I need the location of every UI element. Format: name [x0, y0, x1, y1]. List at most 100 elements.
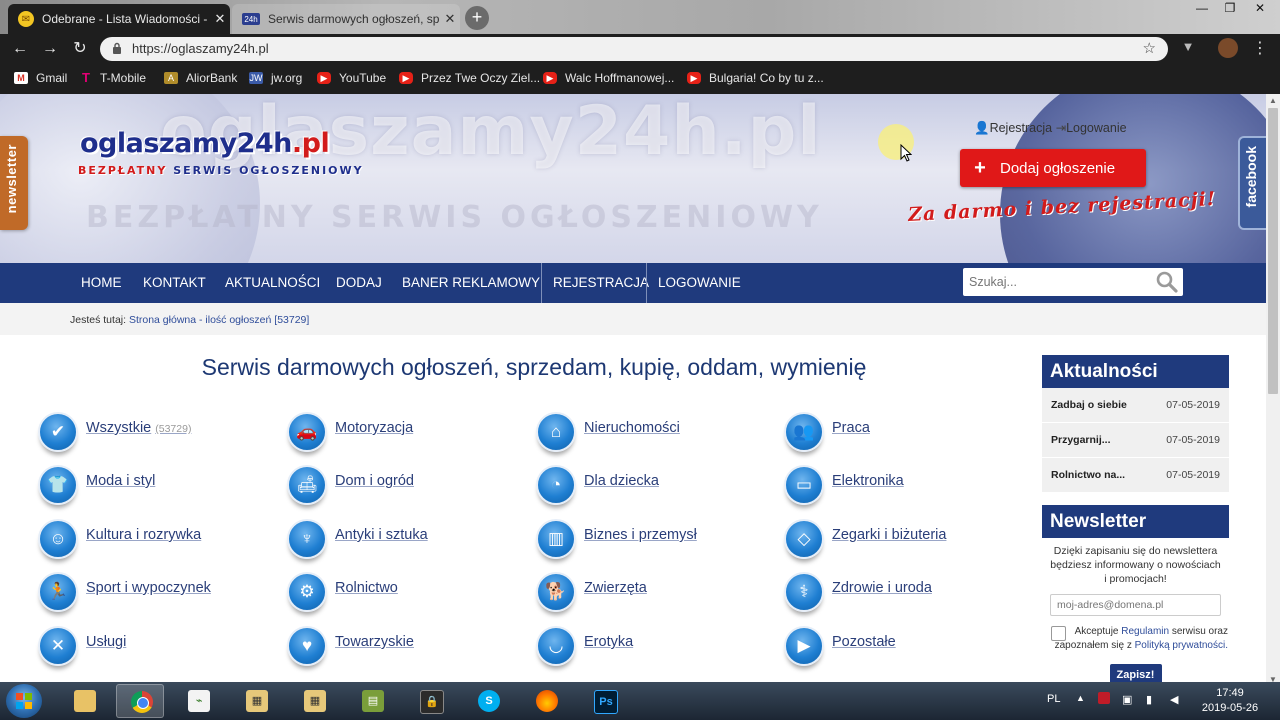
category-label[interactable]: Elektronika [832, 473, 904, 489]
category-moda-i-styl[interactable]: 👕 Moda i styl [38, 465, 278, 511]
category-label[interactable]: Zwierzęta [584, 580, 647, 596]
news-title[interactable]: Przygarnij... [1051, 434, 1111, 446]
newsletter-email-input[interactable] [1050, 594, 1221, 616]
page-scrollbar[interactable]: ▲ ▼ [1266, 94, 1280, 686]
category-elektronika[interactable]: ▭ Elektronika [784, 465, 1024, 511]
bookmark-gmail[interactable]: M Gmail [14, 71, 67, 85]
taskbar-app-film[interactable]: ▦ [232, 684, 280, 718]
taskbar-app-notes[interactable]: ⌁ [174, 684, 222, 718]
category-zegarki-i-bizuteria[interactable]: ◇ Zegarki i biżuteria [784, 519, 1024, 565]
bookmark-tmobile[interactable]: T T-Mobile [80, 71, 146, 85]
bookmark-przez-twe-oczy[interactable]: ▶ Przez Twe Oczy Ziel... [399, 71, 540, 85]
reload-icon[interactable]: ↻ [70, 40, 90, 60]
taskbar-explorer[interactable] [60, 684, 108, 718]
news-title[interactable]: Zadbaj o siebie [1051, 399, 1127, 411]
category-label[interactable]: Rolnictwo [335, 580, 398, 596]
bookmark-walc[interactable]: ▶ Walc Hoffmanowej... [543, 71, 674, 85]
tab-close-icon[interactable]: ✕ [210, 11, 230, 27]
minimize-window-button[interactable]: — [1188, 0, 1216, 18]
category-label[interactable]: Pozostałe [832, 634, 896, 650]
category-uslugi[interactable]: ✕ Usługi [38, 626, 278, 672]
recording-icon[interactable] [1098, 692, 1110, 704]
bookmark-aliorbank[interactable]: A AliorBank [164, 71, 237, 85]
network-icon[interactable]: ▮ [1146, 693, 1152, 706]
register-link[interactable]: Rejestracja [990, 121, 1053, 135]
taskbar-app-security[interactable]: 🔒 [406, 684, 454, 718]
newsletter-side-tab[interactable]: newsletter [0, 136, 28, 230]
scroll-up-arrow-icon[interactable]: ▲ [1266, 96, 1280, 105]
back-arrow-icon[interactable]: ← [10, 40, 30, 60]
scrollbar-thumb[interactable] [1268, 108, 1278, 394]
app-tray-icon[interactable]: ▣ [1122, 693, 1132, 706]
nav-aktualnosci[interactable]: AKTUALNOŚCI [225, 263, 320, 303]
tab-close-icon[interactable]: ✕ [440, 11, 460, 27]
category-erotyka[interactable]: ◡ Erotyka [536, 626, 776, 672]
category-pozostale[interactable]: ▶ Pozostałe [784, 626, 1024, 672]
category-label[interactable]: Antyki i sztuka [335, 527, 428, 543]
taskbar-app-archive[interactable]: ▤ [348, 684, 396, 718]
category-label[interactable]: Sport i wypoczynek [86, 580, 211, 596]
category-nieruchomosci[interactable]: ⌂ Nieruchomości [536, 412, 776, 458]
category-motoryzacja[interactable]: 🚗 Motoryzacja [287, 412, 527, 458]
taskbar-firefox[interactable] [522, 684, 570, 718]
nav-home[interactable]: HOME [81, 263, 122, 303]
search-input[interactable] [963, 268, 1153, 296]
bookmark-star-icon[interactable]: ☆ [1143, 39, 1156, 57]
privacy-policy-link[interactable]: Polityką prywatności. [1135, 640, 1228, 651]
browser-menu-icon[interactable]: ⋮ [1252, 38, 1268, 58]
taskbar-photoshop[interactable]: Ps [580, 684, 628, 718]
category-label[interactable]: Erotyka [584, 634, 633, 650]
nav-dodaj[interactable]: DODAJ [336, 263, 382, 303]
restore-window-button[interactable]: ❐ [1216, 0, 1244, 18]
category-antyki-i-sztuka[interactable]: ♆ Antyki i sztuka [287, 519, 527, 565]
add-listing-button[interactable]: + Dodaj ogłoszenie [960, 149, 1146, 187]
category-label[interactable]: Dom i ogród [335, 473, 414, 489]
category-label[interactable]: Praca [832, 420, 870, 436]
nav-kontakt[interactable]: KONTAKT [143, 263, 206, 303]
category-label[interactable]: Moda i styl [86, 473, 155, 489]
category-rolnictwo[interactable]: ⚙ Rolnictwo [287, 572, 527, 618]
login-link[interactable]: Logowanie [1066, 121, 1126, 135]
tray-expand-icon[interactable]: ▲ [1076, 693, 1085, 703]
news-item[interactable]: Rolnictwo na... 07-05-2019 [1042, 458, 1229, 493]
address-bar[interactable]: https://oglaszamy24h.pl ☆ [100, 37, 1168, 61]
category-label[interactable]: Kultura i rozrywka [86, 527, 201, 543]
category-label[interactable]: Biznes i przemysł [584, 527, 697, 543]
nav-logowanie[interactable]: LOGOWANIE [658, 263, 741, 303]
bookmark-bulgaria[interactable]: ▶ Bulgaria! Co by tu z... [687, 71, 824, 85]
category-sport-i-wypoczynek[interactable]: 🏃 Sport i wypoczynek [38, 572, 278, 618]
category-label[interactable]: Nieruchomości [584, 420, 680, 436]
category-label[interactable]: Dla dziecka [584, 473, 659, 489]
news-item[interactable]: Przygarnij... 07-05-2019 [1042, 423, 1229, 458]
language-indicator[interactable]: PL [1047, 693, 1060, 705]
taskbar-skype[interactable]: S [464, 684, 512, 718]
new-tab-button[interactable]: + [465, 6, 489, 30]
close-window-button[interactable]: ✕ [1246, 0, 1274, 18]
category-wszystkie[interactable]: ✔ Wszystkie (53729) [38, 412, 278, 458]
facebook-side-tab[interactable]: facebook [1238, 136, 1266, 230]
profile-avatar[interactable] [1218, 38, 1238, 58]
forward-arrow-icon[interactable]: → [40, 40, 60, 60]
browser-tab-inbox[interactable]: ✉ Odebrane - Lista Wiadomości - P ✕ [8, 4, 230, 34]
bookmark-youtube[interactable]: ▶ YouTube [317, 71, 386, 85]
start-button[interactable] [6, 684, 42, 718]
category-biznes-i-przemysl[interactable]: ▥ Biznes i przemysł [536, 519, 776, 565]
terms-link[interactable]: Regulamin [1121, 626, 1169, 637]
browser-tab-oglaszamy[interactable]: 24h Serwis darmowych ogłoszeń, spr ✕ [232, 4, 460, 34]
category-praca[interactable]: 👥 Praca [784, 412, 1024, 458]
nav-baner-reklamowy[interactable]: BANER REKLAMOWY [402, 263, 540, 303]
category-label[interactable]: Wszystkie (53729) [86, 420, 191, 436]
taskbar-chrome[interactable] [116, 684, 164, 718]
site-logo[interactable]: oglaszamy24h.pl [80, 128, 330, 159]
category-label[interactable]: Motoryzacja [335, 420, 413, 436]
volume-icon[interactable]: ◀ [1170, 693, 1178, 706]
category-kultura-i-rozrywka[interactable]: ☺ Kultura i rozrywka [38, 519, 278, 565]
taskbar-app-film2[interactable]: ▦ [290, 684, 338, 718]
category-zdrowie-i-uroda[interactable]: ⚕ Zdrowie i uroda [784, 572, 1024, 618]
system-clock[interactable]: 17:49 2019-05-26 [1198, 686, 1262, 716]
category-label[interactable]: Towarzyskie [335, 634, 414, 650]
breadcrumb-home-link[interactable]: Strona główna - ilość ogłoszeń [53729] [129, 314, 309, 326]
bookmark-jw[interactable]: JW jw.org [249, 71, 302, 85]
category-label[interactable]: Zegarki i biżuteria [832, 527, 946, 543]
news-item[interactable]: Zadbaj o siebie 07-05-2019 [1042, 388, 1229, 423]
